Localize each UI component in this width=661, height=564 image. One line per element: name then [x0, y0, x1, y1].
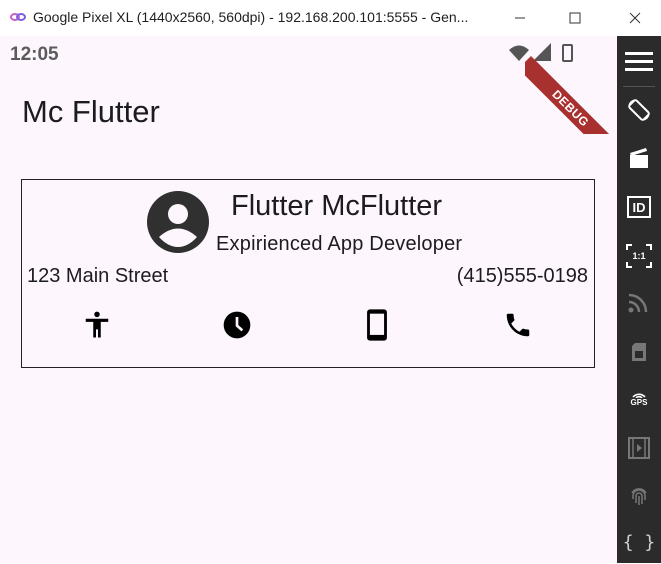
id-icon-label: ID	[632, 199, 646, 215]
video-capture-button[interactable]	[617, 426, 661, 470]
gps-button[interactable]: GPS	[617, 376, 661, 420]
profile-job-title: Expirienced App Developer	[216, 233, 463, 255]
minimize-icon	[515, 17, 525, 19]
avatar-icon	[147, 191, 209, 253]
gps-icon: GPS	[630, 390, 648, 407]
window-titlebar: Google Pixel XL (1440x2560, 560dpi) - 19…	[0, 0, 661, 36]
status-time: 12:05	[10, 44, 59, 65]
emulator-window: Google Pixel XL (1440x2560, 560dpi) - 19…	[0, 0, 661, 563]
braces-icon: { }	[622, 531, 656, 553]
sim-card-button[interactable]	[617, 330, 661, 374]
profile-name: Flutter McFlutter	[231, 190, 443, 222]
clapperboard-icon	[630, 148, 648, 168]
video-capture-icon	[628, 437, 650, 459]
sim-card-icon	[632, 343, 646, 361]
fingerprint-button[interactable]	[617, 474, 661, 518]
emulator-toolbar: ID 1:1 GPS {}	[617, 36, 661, 563]
smartphone-icon[interactable]	[360, 308, 394, 342]
device-screen: 12:05 DEBUG Mc Flutter Flutter McFlutter…	[0, 36, 617, 563]
menu-button[interactable]	[617, 40, 661, 84]
maximize-button[interactable]	[552, 0, 598, 36]
window-title: Google Pixel XL (1440x2560, 560dpi) - 19…	[33, 9, 469, 25]
maximize-icon	[569, 12, 581, 24]
appbar-title: Mc Flutter	[22, 94, 160, 129]
rotate-icon	[628, 99, 650, 121]
close-button[interactable]	[612, 0, 658, 36]
extended-controls-button[interactable]: { }	[617, 520, 661, 564]
rotate-button[interactable]	[617, 88, 661, 132]
debug-banner-label: DEBUG	[525, 56, 617, 134]
minimize-button[interactable]	[497, 0, 543, 36]
accessibility-icon[interactable]	[80, 308, 114, 342]
debug-banner: DEBUG	[525, 36, 617, 134]
clock-icon[interactable]	[220, 308, 254, 342]
device-id-button[interactable]: ID	[617, 185, 661, 229]
id-icon: ID	[627, 196, 651, 218]
screen-record-button[interactable]	[617, 136, 661, 180]
cast-button[interactable]	[617, 280, 661, 324]
menu-icon	[625, 52, 653, 71]
profile-card: Flutter McFlutter Expirienced App Develo…	[21, 179, 595, 368]
profile-phone: (415)555-0198	[456, 265, 588, 287]
toolbar-divider	[623, 86, 655, 87]
cast-icon	[628, 293, 648, 313]
profile-address: 123 Main Street	[27, 265, 169, 287]
gps-label: GPS	[630, 397, 648, 407]
one-to-one-icon: 1:1	[626, 244, 652, 268]
phone-call-icon[interactable]	[501, 308, 535, 342]
fingerprint-icon	[631, 488, 647, 505]
close-icon	[629, 12, 641, 24]
one-to-one-button[interactable]: 1:1	[617, 234, 661, 278]
infinity-icon	[10, 13, 26, 21]
